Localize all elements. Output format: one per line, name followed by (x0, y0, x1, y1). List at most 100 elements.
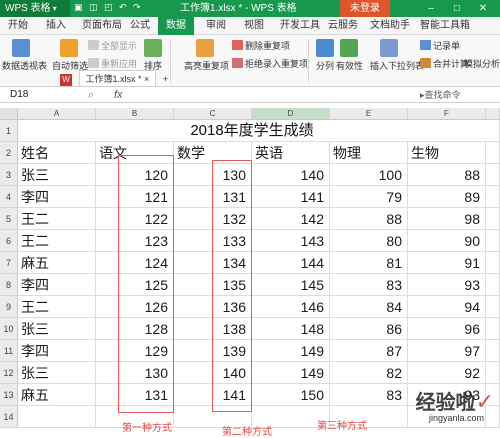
row-header-9[interactable]: 9 (0, 296, 18, 318)
row-header-11[interactable]: 11 (0, 340, 18, 362)
row-header-10[interactable]: 10 (0, 318, 18, 340)
tab-developer[interactable]: 开发工具 (280, 17, 320, 35)
tab-doc-assistant[interactable]: 文档助手 (370, 17, 410, 35)
name-cell[interactable]: 王二 (18, 208, 96, 230)
score-cell[interactable]: 87 (330, 340, 408, 362)
score-cell[interactable]: 98 (408, 208, 486, 230)
new-tab-icon[interactable]: + (163, 74, 168, 84)
remove-duplicates-button[interactable]: 删除重复项 (232, 39, 290, 52)
score-cell[interactable]: 88 (408, 164, 486, 186)
score-cell[interactable]: 88 (330, 208, 408, 230)
minimize-icon[interactable]: – (420, 0, 442, 17)
fx-icon[interactable]: fx (114, 87, 123, 103)
quick-access-toolbar[interactable]: ▣ ◫ ◰ ↶ ↷ (74, 2, 143, 13)
name-cell[interactable]: 李四 (18, 274, 96, 296)
score-cell[interactable]: 90 (408, 230, 486, 252)
score-cell[interactable]: 145 (252, 274, 330, 296)
row-header-1[interactable]: 1 (0, 120, 18, 142)
score-cell[interactable]: 140 (252, 164, 330, 186)
close-icon[interactable]: ✕ (472, 0, 494, 17)
column-header-c[interactable]: C (174, 108, 252, 120)
row-header-12[interactable]: 12 (0, 362, 18, 384)
score-cell[interactable]: 79 (330, 186, 408, 208)
row-header-3[interactable]: 3 (0, 164, 18, 186)
score-cell[interactable]: 83 (330, 274, 408, 296)
name-cell[interactable]: 麻五 (18, 252, 96, 274)
score-cell[interactable]: 93 (408, 274, 486, 296)
name-cell[interactable]: 王二 (18, 296, 96, 318)
column-header-b[interactable]: B (96, 108, 174, 120)
name-box[interactable]: D18 (4, 88, 74, 102)
row-header-4[interactable]: 4 (0, 186, 18, 208)
empty-cell[interactable] (486, 362, 500, 384)
row-header-8[interactable]: 8 (0, 274, 18, 296)
row-header-7[interactable]: 7 (0, 252, 18, 274)
close-icon[interactable]: × (144, 74, 149, 84)
name-cell[interactable]: 张三 (18, 318, 96, 340)
empty-cell[interactable] (486, 274, 500, 296)
empty-cell[interactable] (486, 230, 500, 252)
header-cell[interactable]: 姓名 (18, 142, 96, 164)
row-header-6[interactable]: 6 (0, 230, 18, 252)
name-cell[interactable]: 张三 (18, 362, 96, 384)
maximize-icon[interactable]: □ (446, 0, 468, 17)
tab-formulas[interactable]: 公式 (130, 17, 150, 35)
score-cell[interactable]: 100 (330, 164, 408, 186)
split-columns-button[interactable]: 分列 (316, 59, 334, 72)
score-cell[interactable]: 81 (330, 252, 408, 274)
score-cell[interactable]: 83 (330, 384, 408, 406)
score-cell[interactable]: 96 (408, 318, 486, 340)
name-cell[interactable]: 麻五 (18, 384, 96, 406)
empty-cell[interactable] (486, 296, 500, 318)
whatif-button[interactable]: 模拟分析 (464, 57, 500, 70)
empty-cell[interactable] (486, 318, 500, 340)
name-cell[interactable]: 张三 (18, 164, 96, 186)
score-cell[interactable]: 84 (330, 296, 408, 318)
empty-cell[interactable] (486, 164, 500, 186)
header-cell[interactable]: 物理 (330, 142, 408, 164)
login-button[interactable]: 未登录 (340, 0, 390, 17)
empty-cell[interactable] (18, 406, 96, 428)
insert-dropdown-button[interactable]: 插入下拉列表 (370, 59, 424, 72)
score-cell[interactable]: 148 (252, 318, 330, 340)
record-form-button[interactable]: 记录单 (420, 39, 460, 52)
column-header-d[interactable]: D (252, 108, 330, 120)
row-header-13[interactable]: 13 (0, 384, 18, 406)
header-cell[interactable]: 生物 (408, 142, 486, 164)
pivot-table-button[interactable]: 数据透视表 (2, 59, 47, 72)
score-cell[interactable]: 149 (252, 340, 330, 362)
command-search[interactable]: ▸查找命令 (420, 88, 461, 101)
score-cell[interactable]: 92 (408, 362, 486, 384)
tab-insert[interactable]: 插入 (46, 17, 66, 35)
empty-cell[interactable] (486, 252, 500, 274)
search-icon[interactable]: ⌕ (88, 87, 94, 103)
tab-review[interactable]: 审阅 (206, 17, 226, 35)
document-tab[interactable]: 工作簿1.xlsx * × (78, 70, 157, 87)
score-cell[interactable]: 142 (252, 208, 330, 230)
score-cell[interactable]: 141 (252, 186, 330, 208)
score-cell[interactable]: 91 (408, 252, 486, 274)
empty-cell[interactable] (408, 120, 486, 142)
tab-page-layout[interactable]: 页面布局 (82, 17, 122, 35)
row-header-2[interactable]: 2 (0, 142, 18, 164)
score-cell[interactable]: 86 (330, 318, 408, 340)
column-header-g[interactable] (486, 108, 500, 120)
tab-data[interactable]: 数据 (158, 17, 194, 35)
score-cell[interactable]: 80 (330, 230, 408, 252)
score-cell[interactable]: 150 (252, 384, 330, 406)
column-header-a[interactable]: A (18, 108, 96, 120)
column-header-e[interactable]: E (330, 108, 408, 120)
show-all-button[interactable]: 全部显示 (88, 39, 137, 52)
empty-cell[interactable] (486, 120, 500, 142)
tab-cloud[interactable]: 云服务 (328, 17, 358, 35)
row-header-5[interactable]: 5 (0, 208, 18, 230)
tab-home[interactable]: 开始 (8, 17, 28, 35)
tab-view[interactable]: 视图 (244, 17, 264, 35)
select-all-corner[interactable] (0, 108, 18, 120)
wps-app-menu-button[interactable]: WPS 表格 ▾ (0, 0, 70, 17)
empty-cell[interactable] (486, 340, 500, 362)
name-cell[interactable]: 李四 (18, 186, 96, 208)
validity-button[interactable]: 有效性 (336, 59, 363, 72)
highlight-duplicates-button[interactable]: 高亮重复项 (184, 59, 229, 72)
score-cell[interactable]: 94 (408, 296, 486, 318)
